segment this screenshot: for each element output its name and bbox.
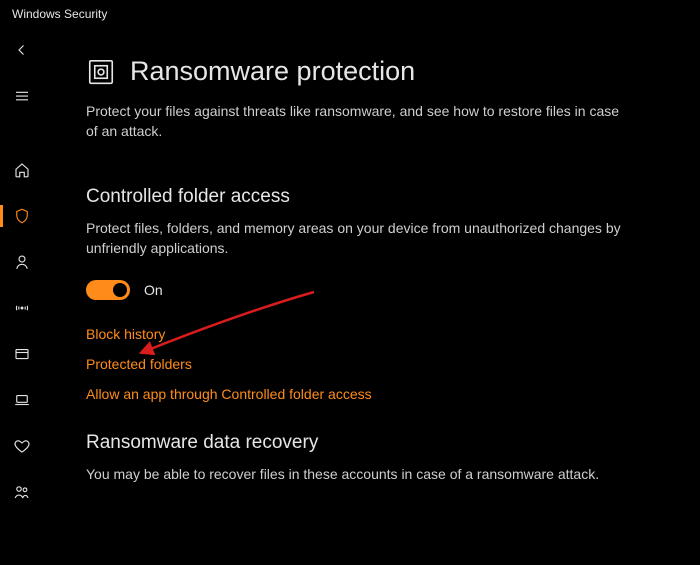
hamburger-icon: [13, 87, 31, 105]
toggle-state-label: On: [144, 282, 163, 298]
sidebar-item-app-browser-control[interactable]: [0, 340, 44, 368]
allow-app-link[interactable]: Allow an app through Controlled folder a…: [86, 386, 664, 402]
sidebar-item-account-protection[interactable]: [0, 248, 44, 276]
main-content: Ransomware protection Protect your files…: [44, 28, 700, 565]
titlebar: Windows Security: [0, 0, 700, 28]
home-icon: [13, 161, 31, 179]
heart-icon: [13, 437, 31, 455]
window-icon: [13, 345, 31, 363]
block-history-link[interactable]: Block history: [86, 326, 664, 342]
person-icon: [13, 253, 31, 271]
menu-button[interactable]: [0, 82, 44, 110]
broadcast-icon: [13, 299, 31, 317]
sidebar: [0, 28, 44, 565]
sidebar-item-device-performance[interactable]: [0, 432, 44, 460]
ransomware-recovery-description: You may be able to recover files in thes…: [86, 464, 646, 484]
family-icon: [13, 483, 31, 501]
ransomware-protection-icon: [86, 57, 116, 87]
sidebar-item-home[interactable]: [0, 156, 44, 184]
shield-icon: [13, 207, 31, 225]
back-button[interactable]: [0, 36, 44, 64]
window-title: Windows Security: [12, 7, 107, 21]
page-description: Protect your files against threats like …: [86, 101, 626, 142]
controlled-folder-access-heading: Controlled folder access: [86, 186, 664, 208]
controlled-folder-access-description: Protect files, folders, and memory areas…: [86, 218, 646, 259]
page-title: Ransomware protection: [130, 56, 415, 87]
protected-folders-link[interactable]: Protected folders: [86, 356, 664, 372]
back-arrow-icon: [13, 41, 31, 59]
toggle-knob: [113, 283, 127, 297]
sidebar-item-family-options[interactable]: [0, 478, 44, 506]
controlled-folder-access-toggle[interactable]: [86, 280, 130, 300]
ransomware-recovery-heading: Ransomware data recovery: [86, 432, 664, 454]
sidebar-item-virus-protection[interactable]: [0, 202, 44, 230]
laptop-icon: [13, 391, 31, 409]
sidebar-item-device-security[interactable]: [0, 386, 44, 414]
sidebar-item-firewall[interactable]: [0, 294, 44, 322]
